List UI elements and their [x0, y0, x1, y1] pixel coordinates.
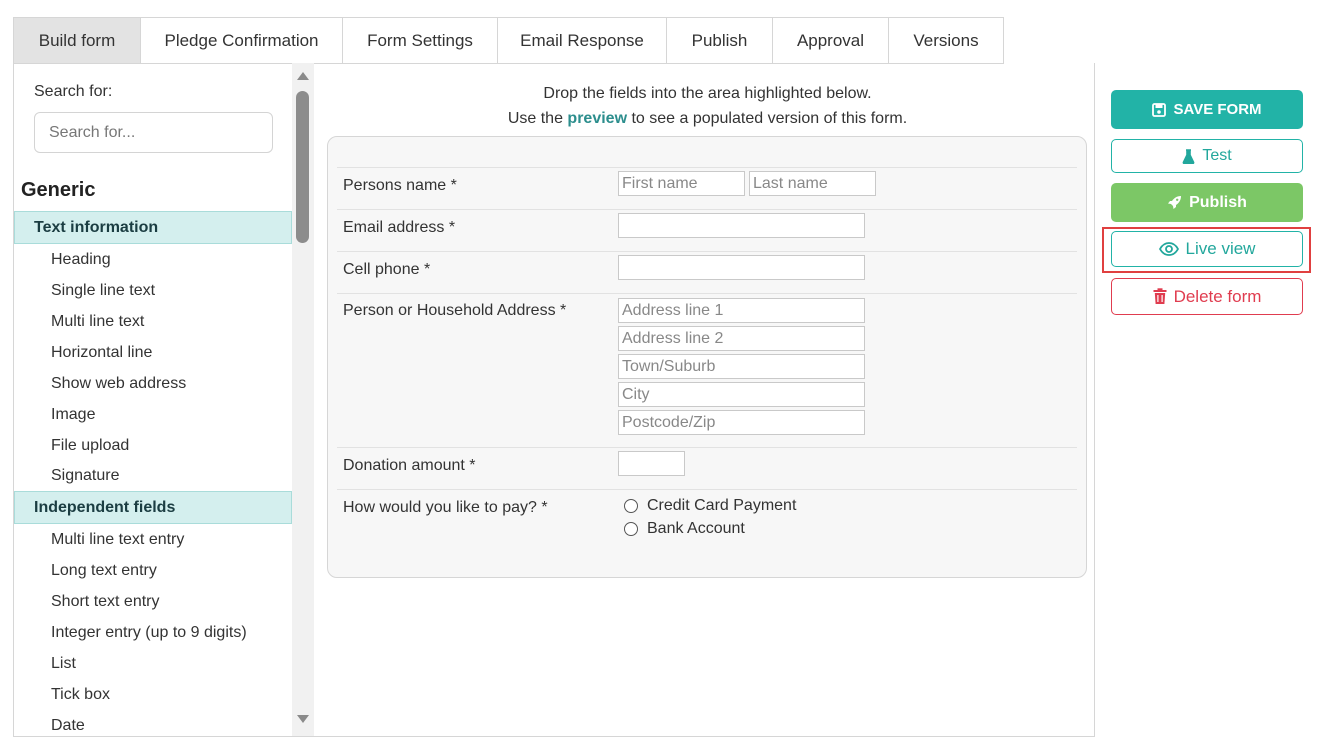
search-label: Search for:: [34, 83, 113, 100]
form-drop-zone[interactable]: Persons name * First name Last name Emai…: [327, 136, 1087, 578]
palette-item-short-text-entry[interactable]: Short text entry: [14, 586, 292, 617]
address-line-2-input[interactable]: Address line 2: [618, 326, 865, 351]
tab-form-settings[interactable]: Form Settings: [343, 17, 498, 64]
palette-item-heading[interactable]: Heading: [14, 244, 292, 275]
palette-item-file-upload[interactable]: File upload: [14, 430, 292, 461]
town-suburb-input[interactable]: Town/Suburb: [618, 354, 865, 379]
tab-publish[interactable]: Publish: [667, 17, 773, 64]
trash-icon: [1153, 288, 1167, 304]
first-name-input[interactable]: First name: [618, 171, 745, 196]
email-input[interactable]: [618, 213, 865, 238]
radio-bank-account[interactable]: Bank Account: [624, 520, 745, 538]
test-label: Test: [1202, 147, 1232, 164]
save-icon: [1152, 102, 1167, 117]
radio-circle-icon[interactable]: [624, 499, 638, 513]
palette-item-date[interactable]: Date: [14, 710, 292, 736]
form-row-payment[interactable]: How would you like to pay? * Credit Card…: [337, 489, 1077, 549]
tab-pledge-confirmation[interactable]: Pledge Confirmation: [141, 17, 343, 64]
category-independent-fields[interactable]: Independent fields: [14, 491, 292, 524]
donation-amount-input[interactable]: [618, 451, 685, 476]
radio-label-credit-card: Credit Card Payment: [647, 497, 797, 514]
builder-panel: Search for: Generic Text information Hea…: [13, 63, 1095, 737]
palette-item-horizontal-line[interactable]: Horizontal line: [14, 337, 292, 368]
address-line-1-input[interactable]: Address line 1: [618, 298, 865, 323]
flask-icon: [1182, 148, 1195, 164]
group-title-generic: Generic: [21, 179, 96, 201]
cell-phone-input[interactable]: [618, 255, 865, 280]
instruction-post: to see a populated version of this form.: [627, 110, 908, 127]
publish-button[interactable]: Publish: [1111, 183, 1303, 222]
sidebar-scrollbar[interactable]: [292, 63, 314, 736]
tab-bar: Build form Pledge Confirmation Form Sett…: [13, 17, 1004, 64]
palette-item-show-web-address[interactable]: Show web address: [14, 368, 292, 399]
field-label-donation: Donation amount *: [343, 457, 476, 474]
live-view-label: Live view: [1185, 239, 1256, 258]
form-row-address[interactable]: Person or Household Address * Address li…: [337, 293, 1077, 447]
palette-item-image[interactable]: Image: [14, 399, 292, 430]
tab-approval[interactable]: Approval: [773, 17, 889, 64]
palette-item-multi-line-text-entry[interactable]: Multi line text entry: [14, 524, 292, 555]
palette-item-single-line-text[interactable]: Single line text: [14, 275, 292, 306]
scroll-thumb[interactable]: [296, 91, 309, 243]
field-palette: Search for: Generic Text information Hea…: [14, 63, 292, 736]
palette-item-list[interactable]: List: [14, 648, 292, 679]
tab-email-response[interactable]: Email Response: [498, 17, 667, 64]
eye-icon: [1158, 242, 1179, 256]
field-label-cell-phone: Cell phone *: [343, 261, 431, 278]
delete-form-label: Delete form: [1173, 286, 1262, 306]
field-label-address: Person or Household Address *: [343, 302, 567, 319]
palette-item-tick-box[interactable]: Tick box: [14, 679, 292, 710]
field-list: Text information Heading Single line tex…: [14, 211, 292, 736]
instruction-pre: Use the: [507, 110, 568, 127]
palette-item-multi-line-text[interactable]: Multi line text: [14, 306, 292, 337]
rocket-icon: [1168, 196, 1182, 209]
scroll-down-arrow-icon[interactable]: [297, 715, 309, 723]
form-row-cell-phone[interactable]: Cell phone *: [337, 251, 1077, 293]
live-view-button[interactable]: Live view: [1111, 231, 1303, 267]
last-name-input[interactable]: Last name: [749, 171, 876, 196]
form-row-email[interactable]: Email address *: [337, 209, 1077, 251]
radio-circle-icon[interactable]: [624, 522, 638, 536]
form-row-donation[interactable]: Donation amount *: [337, 447, 1077, 489]
instructions: Drop the fields into the area highlighte…: [314, 81, 1101, 131]
radio-credit-card[interactable]: Credit Card Payment: [624, 497, 796, 515]
tab-versions[interactable]: Versions: [889, 17, 1004, 64]
postcode-input[interactable]: Postcode/Zip: [618, 410, 865, 435]
form-row-persons-name[interactable]: Persons name * First name Last name: [337, 167, 1077, 209]
test-button[interactable]: Test: [1111, 139, 1303, 173]
palette-item-integer-entry[interactable]: Integer entry (up to 9 digits): [14, 617, 292, 648]
search-input[interactable]: [34, 112, 273, 153]
field-label-email: Email address *: [343, 219, 456, 236]
category-text-information[interactable]: Text information: [14, 211, 292, 244]
field-label-payment: How would you like to pay? *: [343, 499, 548, 516]
palette-item-long-text-entry[interactable]: Long text entry: [14, 555, 292, 586]
delete-form-button[interactable]: Delete form: [1111, 278, 1303, 315]
save-form-button[interactable]: SAVE FORM: [1111, 90, 1303, 129]
save-form-label: SAVE FORM: [1173, 101, 1262, 118]
preview-link[interactable]: preview: [567, 110, 627, 127]
radio-label-bank-account: Bank Account: [647, 520, 745, 537]
publish-label: Publish: [1189, 193, 1247, 211]
scroll-up-arrow-icon[interactable]: [297, 72, 309, 80]
instruction-line-1: Drop the fields into the area highlighte…: [543, 85, 872, 102]
tab-build-form[interactable]: Build form: [13, 17, 141, 64]
field-label-persons-name: Persons name *: [343, 177, 457, 194]
palette-item-signature[interactable]: Signature: [14, 461, 292, 491]
instruction-line-2: Use the preview to see a populated versi…: [314, 106, 1101, 131]
city-input[interactable]: City: [618, 382, 865, 407]
